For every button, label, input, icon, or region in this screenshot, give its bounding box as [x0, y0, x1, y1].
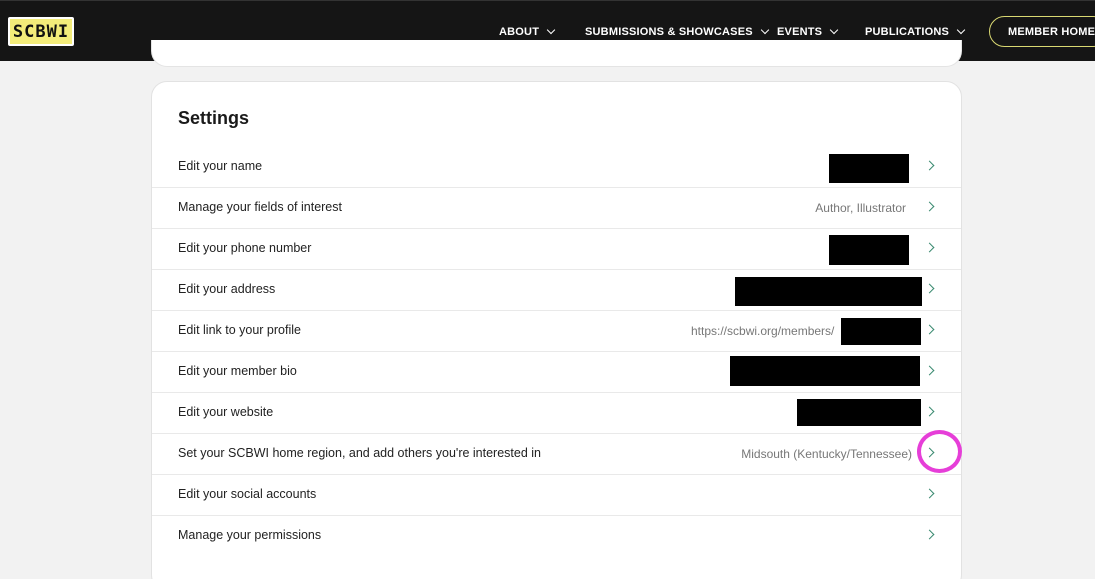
row-value: Midsouth (Kentucky/Tennessee): [741, 447, 912, 461]
redacted-value: [829, 235, 909, 265]
row-label: Manage your permissions: [178, 528, 322, 542]
row-label: Edit link to your profile: [178, 323, 301, 337]
chevron-right-icon[interactable]: [924, 406, 935, 417]
nav-events[interactable]: EVENTS: [777, 23, 839, 41]
chevron-down-icon: [546, 25, 556, 35]
nav-about-label: ABOUT: [499, 26, 540, 38]
settings-row-website[interactable]: Edit your website: [152, 393, 961, 434]
settings-row-fields-of-interest[interactable]: Manage your fields of interest Author, I…: [152, 188, 961, 229]
nav-submissions-showcases[interactable]: SUBMISSIONS & SHOWCASES: [585, 23, 770, 41]
redacted-value: [841, 318, 921, 345]
row-label: Edit your member bio: [178, 364, 297, 378]
settings-row-name[interactable]: Edit your name: [152, 147, 961, 188]
settings-row-address[interactable]: Edit your address: [152, 270, 961, 311]
row-label: Edit your name: [178, 159, 263, 173]
chevron-right-icon[interactable]: [924, 324, 935, 335]
row-label: Set your SCBWI home region, and add othe…: [178, 446, 542, 460]
chevron-right-icon[interactable]: [924, 160, 935, 171]
row-label: Edit your website: [178, 405, 274, 419]
row-label: Manage your fields of interest: [178, 200, 342, 214]
member-home-button[interactable]: MEMBER HOME: [989, 16, 1095, 47]
settings-row-permissions[interactable]: Manage your permissions: [152, 516, 961, 557]
redacted-value: [735, 277, 922, 306]
scbwi-logo[interactable]: SCBWI: [8, 17, 74, 46]
chevron-down-icon: [829, 25, 839, 35]
chevron-right-icon[interactable]: [924, 529, 935, 540]
row-label: Edit your phone number: [178, 241, 312, 255]
chevron-down-icon: [760, 25, 770, 35]
settings-row-social-accounts[interactable]: Edit your social accounts: [152, 475, 961, 516]
redacted-value: [730, 356, 920, 386]
nav-about[interactable]: ABOUT: [499, 23, 556, 41]
nav-events-label: EVENTS: [777, 26, 823, 38]
chevron-right-icon[interactable]: [924, 201, 935, 212]
nav-publications-label: PUBLICATIONS: [865, 26, 950, 38]
chevron-down-icon: [956, 25, 966, 35]
highlight-circle-annotation: [917, 430, 962, 473]
row-label: Edit your address: [178, 282, 276, 296]
settings-row-phone[interactable]: Edit your phone number: [152, 229, 961, 270]
row-value: Author, Illustrator: [815, 201, 906, 215]
row-value: https://scbwi.org/members/: [691, 324, 835, 338]
chevron-right-icon[interactable]: [924, 242, 935, 253]
chevron-right-icon[interactable]: [924, 488, 935, 499]
previous-card-bottom: [151, 40, 962, 67]
chevron-right-icon[interactable]: [924, 365, 935, 376]
nav-submissions-label: SUBMISSIONS & SHOWCASES: [585, 26, 753, 38]
settings-row-home-region[interactable]: Set your SCBWI home region, and add othe…: [152, 434, 961, 475]
row-label: Edit your social accounts: [178, 487, 317, 501]
redacted-value: [829, 154, 909, 183]
chevron-right-icon[interactable]: [924, 283, 935, 294]
nav-publications[interactable]: PUBLICATIONS: [865, 23, 966, 41]
settings-card: Settings Edit your name Manage your fiel…: [151, 81, 962, 579]
settings-row-profile-link[interactable]: Edit link to your profile https://scbwi.…: [152, 311, 961, 352]
settings-title: Settings: [178, 108, 250, 128]
redacted-value: [797, 399, 921, 426]
settings-row-member-bio[interactable]: Edit your member bio: [152, 352, 961, 393]
